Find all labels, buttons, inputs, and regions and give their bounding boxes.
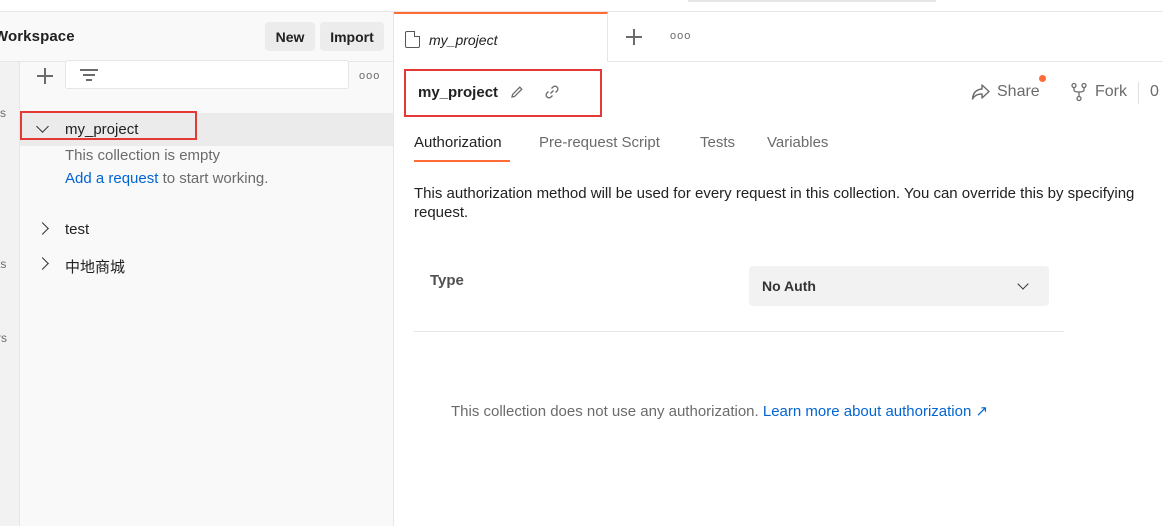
collection-item-mall[interactable]: 中地商城 <box>20 248 393 281</box>
chevron-right-icon[interactable] <box>36 257 49 270</box>
add-request-line: Add a request to start working. <box>65 170 268 187</box>
tab-pre-request-script[interactable]: Pre-request Script <box>539 134 660 151</box>
auth-type-select[interactable]: No Auth <box>749 266 1049 306</box>
filter-icon <box>80 69 98 83</box>
collection-label: 中地商城 <box>65 259 126 276</box>
more-options-icon[interactable]: ooo <box>359 70 380 82</box>
link-icon[interactable] <box>544 84 560 100</box>
tab-label: my_project <box>429 32 498 48</box>
auth-divider <box>414 331 1064 332</box>
empty-collection-message: This collection is empty <box>65 147 221 164</box>
share-label: Share <box>997 83 1040 100</box>
tab-my-project[interactable]: my_project <box>394 12 608 62</box>
chevron-down-icon <box>1017 278 1029 290</box>
pencil-icon[interactable] <box>509 84 525 100</box>
auth-description-line-2: request. <box>414 204 469 221</box>
workspace-title: Workspace <box>0 28 75 45</box>
collection-item-test[interactable]: test <box>20 213 393 246</box>
tab-more-icon[interactable]: ooo <box>670 30 691 42</box>
fork-count: 0 <box>1150 83 1159 100</box>
plus-icon[interactable] <box>37 68 53 84</box>
top-strip-segment <box>688 0 936 2</box>
collection-title: my_project <box>418 84 499 101</box>
chevron-right-icon[interactable] <box>36 222 49 235</box>
notification-dot <box>1039 75 1046 82</box>
tab-bar: my_project ooo <box>394 12 1163 62</box>
collections-toolbar: ooo <box>20 58 393 94</box>
add-request-suffix: to start working. <box>158 170 269 187</box>
tab-variables[interactable]: Variables <box>767 134 828 151</box>
tab-authorization[interactable]: Authorization <box>414 134 502 151</box>
fork-icon <box>1071 82 1087 102</box>
share-icon <box>971 84 990 100</box>
rail-label-fragment[interactable]: s <box>0 106 6 120</box>
active-tab-underline <box>414 160 510 162</box>
import-button[interactable]: Import <box>320 22 384 51</box>
rail-label-fragment[interactable]: rs <box>0 331 7 345</box>
filter-input[interactable] <box>65 60 349 89</box>
collection-header: my_project Share Fork 0 <box>394 62 1163 123</box>
add-request-link[interactable]: Add a request <box>65 170 158 187</box>
chevron-down-icon[interactable] <box>36 120 49 133</box>
new-button[interactable]: New <box>265 22 315 51</box>
no-auth-text: This collection does not use any authori… <box>451 403 763 420</box>
collection-doc-icon <box>405 31 420 48</box>
auth-type-value: No Auth <box>762 278 816 294</box>
rail-label-fragment[interactable]: ts <box>0 257 6 271</box>
no-auth-message: This collection does not use any authori… <box>451 402 988 420</box>
fork-label: Fork <box>1095 83 1127 100</box>
learn-more-link[interactable]: Learn more about authorization ↗ <box>763 403 988 420</box>
tab-tests[interactable]: Tests <box>700 134 735 151</box>
collection-item-my-project[interactable]: my_project <box>20 113 393 146</box>
share-button[interactable]: Share <box>971 80 1040 104</box>
collection-label: test <box>65 221 90 238</box>
header-divider <box>1138 82 1139 104</box>
sidebar-rail: s ts rs <box>0 62 20 526</box>
auth-description-line-1: This authorization method will be used f… <box>414 185 1135 202</box>
collection-subtabs: Authorization Pre-request Script Tests V… <box>394 123 1163 163</box>
auth-description: This authorization method will be used f… <box>414 184 1163 222</box>
collection-label: my_project <box>65 121 139 138</box>
window-top-strip <box>0 0 1163 12</box>
auth-type-label: Type <box>430 272 464 289</box>
fork-button[interactable]: Fork <box>1069 80 1127 104</box>
workspace-header: Workspace New Import <box>0 12 393 62</box>
new-tab-plus-icon[interactable] <box>626 29 642 45</box>
